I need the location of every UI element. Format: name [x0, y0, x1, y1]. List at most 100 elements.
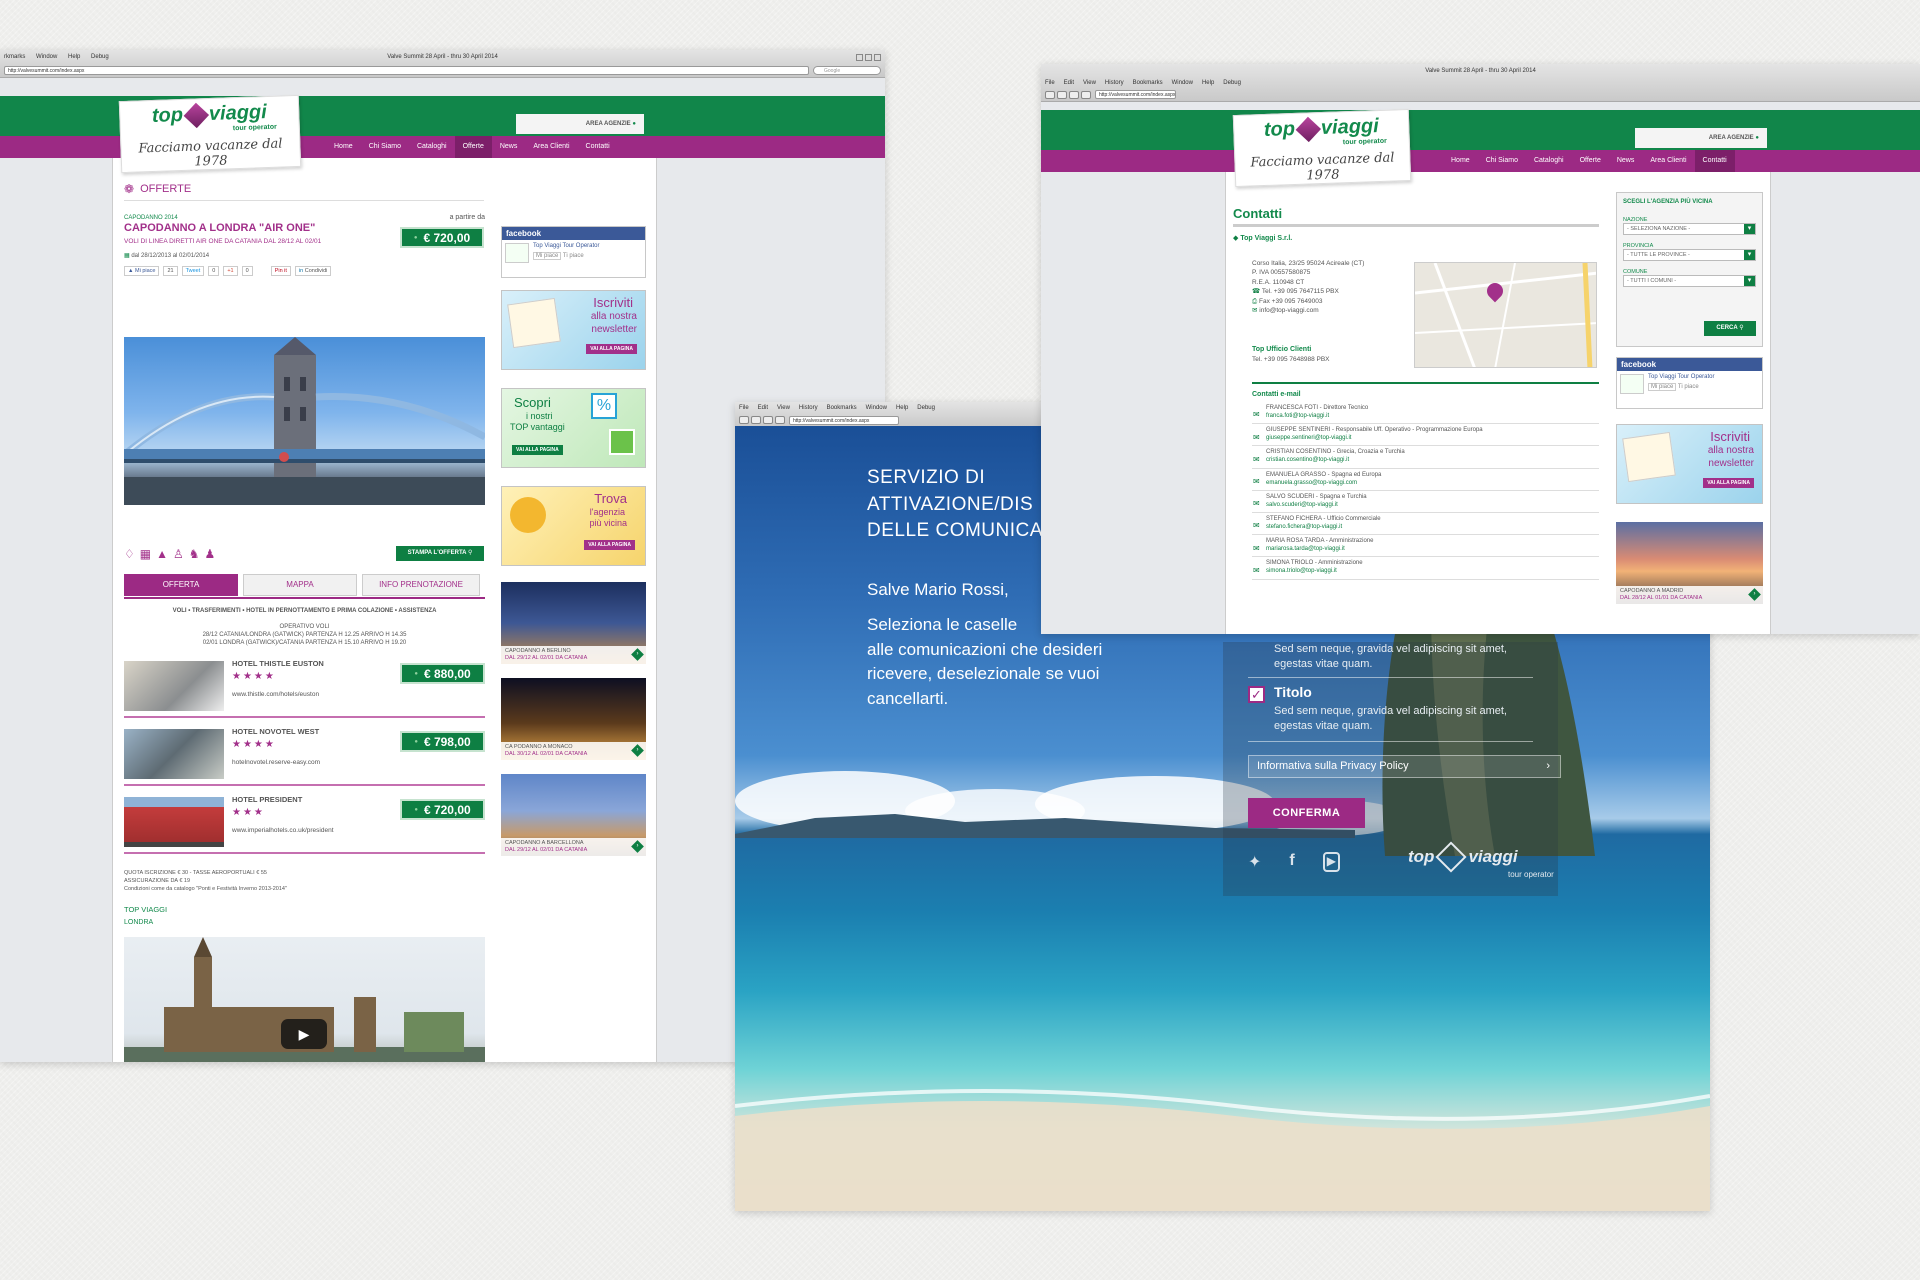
- pinterest-button[interactable]: Pin it: [270, 266, 291, 276]
- address-bar[interactable]: http://valvesummit.com/index.aspx: [1095, 90, 1177, 99]
- nav-area-clienti[interactable]: Area Clienti: [1642, 150, 1694, 172]
- arrow-right-icon[interactable]: ›: [631, 744, 644, 757]
- menu-item[interactable]: Window: [866, 405, 887, 411]
- location-map[interactable]: [1414, 262, 1597, 368]
- london-video[interactable]: ▶: [124, 937, 485, 1062]
- menu-item[interactable]: Window: [1172, 80, 1193, 86]
- home-button[interactable]: [775, 416, 785, 424]
- agenzia-promo[interactable]: Trova l'agenzia più vicina VAI ALLA PAGI…: [501, 486, 646, 566]
- youtube-icon[interactable]: ▶: [1322, 852, 1340, 872]
- hotel-url[interactable]: www.imperialhotels.co.uk/president: [232, 827, 334, 834]
- twitter-icon[interactable]: ✦: [1248, 852, 1261, 872]
- back-button[interactable]: [1045, 90, 1055, 99]
- destination-card[interactable]: CAPODANNO A MADRID DAL 28/12 AL 01/01 DA …: [1616, 522, 1763, 604]
- cerca-button[interactable]: CERCA ⚲: [1704, 321, 1756, 336]
- reload-button[interactable]: [1069, 90, 1079, 99]
- nav-news[interactable]: News: [492, 136, 526, 158]
- email-text[interactable]: info@top-viaggi.com: [1259, 307, 1318, 314]
- address-bar[interactable]: http://valvesummit.com/index.aspx: [789, 415, 899, 425]
- nav-news[interactable]: News: [1609, 150, 1643, 172]
- facebook-like-button[interactable]: Mi piace: [533, 252, 562, 260]
- newsletter-promo[interactable]: Iscriviti alla nostra newsletter VAI ALL…: [501, 290, 646, 370]
- menu-item[interactable]: File: [739, 405, 749, 411]
- menu-item[interactable]: Bookmarks: [1133, 80, 1163, 86]
- menu-item[interactable]: Edit: [1064, 80, 1074, 86]
- vantaggi-cta[interactable]: VAI ALLA PAGINA: [512, 445, 563, 455]
- tag-londra[interactable]: LONDRA: [124, 919, 153, 926]
- maximize-button[interactable]: [865, 53, 872, 61]
- tweet-button[interactable]: Tweet: [181, 266, 205, 276]
- play-button[interactable]: ▶: [281, 1019, 327, 1049]
- contact-email[interactable]: salvo.scuderi@top-viaggi.it: [1266, 501, 1599, 509]
- facebook-page-name[interactable]: Top Viaggi Tour Operator: [533, 243, 600, 249]
- nav-cataloghi[interactable]: Cataloghi: [1526, 150, 1572, 172]
- tag-top-viaggi[interactable]: TOP VIAGGI: [124, 905, 167, 914]
- nav-cataloghi[interactable]: Cataloghi: [409, 136, 455, 158]
- provincia-select[interactable]: - TUTTE LE PROVINCE -: [1623, 249, 1756, 261]
- destination-card[interactable]: CAPODANNO A BARCELLONA DAL 29/12 AL 02/01…: [501, 774, 646, 856]
- menu-item[interactable]: Debug: [91, 54, 109, 60]
- nav-contatti[interactable]: Contatti: [578, 136, 618, 158]
- newsletter-cta[interactable]: VAI ALLA PAGINA: [586, 344, 637, 354]
- hotel-url[interactable]: hotelnovotel.reserve-easy.com: [232, 759, 320, 766]
- contact-email[interactable]: emanuela.grasso@top-viaggi.com: [1266, 479, 1599, 487]
- menu-item[interactable]: rkmarks: [4, 54, 25, 60]
- vantaggi-promo[interactable]: Scopri i nostri TOP vantaggi % VAI ALLA …: [501, 388, 646, 468]
- area-agenzie-button[interactable]: AREA AGENZIE ●: [1635, 128, 1767, 148]
- nav-chi-siamo[interactable]: Chi Siamo: [361, 136, 409, 158]
- destination-card[interactable]: CA PODANNO A MONACO DAL 30/12 AL 02/01 DA…: [501, 678, 646, 760]
- privacy-link[interactable]: Informativa sulla Privacy Policy ›: [1248, 755, 1561, 778]
- menu-item[interactable]: History: [1105, 80, 1124, 86]
- menu-item[interactable]: View: [777, 405, 790, 411]
- menu-item[interactable]: Debug: [1223, 80, 1241, 86]
- menu-item[interactable]: Edit: [758, 405, 768, 411]
- option-checkbox[interactable]: ✓: [1248, 686, 1265, 703]
- back-button[interactable]: [739, 416, 749, 424]
- nav-home[interactable]: Home: [326, 136, 361, 158]
- contact-email[interactable]: cristian.cosentino@top-viaggi.it: [1266, 456, 1599, 464]
- site-logo[interactable]: top viaggi tour operator Facciamo vacanze…: [118, 94, 302, 174]
- contact-email[interactable]: franca.foti@top-viaggi.it: [1266, 412, 1599, 420]
- confirm-button[interactable]: CONFERMA: [1248, 798, 1365, 828]
- menu-item[interactable]: Bookmarks: [827, 405, 857, 411]
- forward-button[interactable]: [1057, 90, 1067, 99]
- arrow-right-icon[interactable]: ›: [631, 648, 644, 661]
- minimize-button[interactable]: [856, 53, 863, 61]
- contact-email[interactable]: mariarosa.tarda@top-viaggi.it: [1266, 545, 1599, 553]
- area-agenzie-button[interactable]: AREA AGENZIE ●: [516, 114, 644, 134]
- arrow-right-icon[interactable]: ›: [1748, 588, 1761, 601]
- close-button[interactable]: [874, 53, 881, 61]
- reload-button[interactable]: [763, 416, 773, 424]
- menu-item[interactable]: View: [1083, 80, 1096, 86]
- menu-item[interactable]: History: [799, 405, 818, 411]
- site-logo[interactable]: top viaggi tour operator Facciamo vacanze…: [1232, 108, 1412, 188]
- menu-item[interactable]: File: [1045, 80, 1055, 86]
- nav-area-clienti[interactable]: Area Clienti: [525, 136, 577, 158]
- facebook-page-name[interactable]: Top Viaggi Tour Operator: [1648, 374, 1715, 380]
- comune-select[interactable]: - TUTTI I COMUNI -: [1623, 275, 1756, 287]
- tab-info-prenotazione[interactable]: INFO PRENOTAZIONE: [362, 574, 480, 596]
- forward-button[interactable]: [751, 416, 761, 424]
- menu-item[interactable]: Help: [896, 405, 908, 411]
- nav-contatti[interactable]: Contatti: [1694, 150, 1735, 172]
- menu-item[interactable]: Window: [36, 54, 57, 60]
- facebook-like-button[interactable]: ▲ Mi piace: [124, 266, 160, 276]
- menu-item[interactable]: Help: [68, 54, 80, 60]
- nav-offerte[interactable]: Offerte: [1572, 150, 1609, 172]
- facebook-icon[interactable]: f: [1289, 852, 1294, 872]
- contact-email[interactable]: simona.triolo@top-viaggi.it: [1266, 567, 1599, 575]
- newsletter-promo[interactable]: Iscriviti alla nostra newsletter VAI ALL…: [1616, 424, 1763, 504]
- menu-item[interactable]: Debug: [917, 405, 935, 411]
- search-input[interactable]: Google: [813, 66, 881, 75]
- arrow-right-icon[interactable]: ›: [631, 840, 644, 853]
- linkedin-share-button[interactable]: in Condividi: [294, 266, 332, 276]
- destination-card[interactable]: CAPODANNO A BERLINO DAL 29/12 AL 02/01 DA…: [501, 582, 646, 664]
- contact-email[interactable]: stefano.fichera@top-viaggi.it: [1266, 523, 1599, 531]
- menu-item[interactable]: Help: [1202, 80, 1214, 86]
- google-plus-button[interactable]: +1: [223, 266, 238, 276]
- nazione-select[interactable]: - SELEZIONA NAZIONE -: [1623, 223, 1756, 235]
- tab-offerta[interactable]: OFFERTA: [124, 574, 238, 596]
- nav-chi-siamo[interactable]: Chi Siamo: [1478, 150, 1526, 172]
- print-offer-button[interactable]: STAMPA L'OFFERTA ⚲: [396, 546, 484, 561]
- tab-mappa[interactable]: MAPPA: [243, 574, 357, 596]
